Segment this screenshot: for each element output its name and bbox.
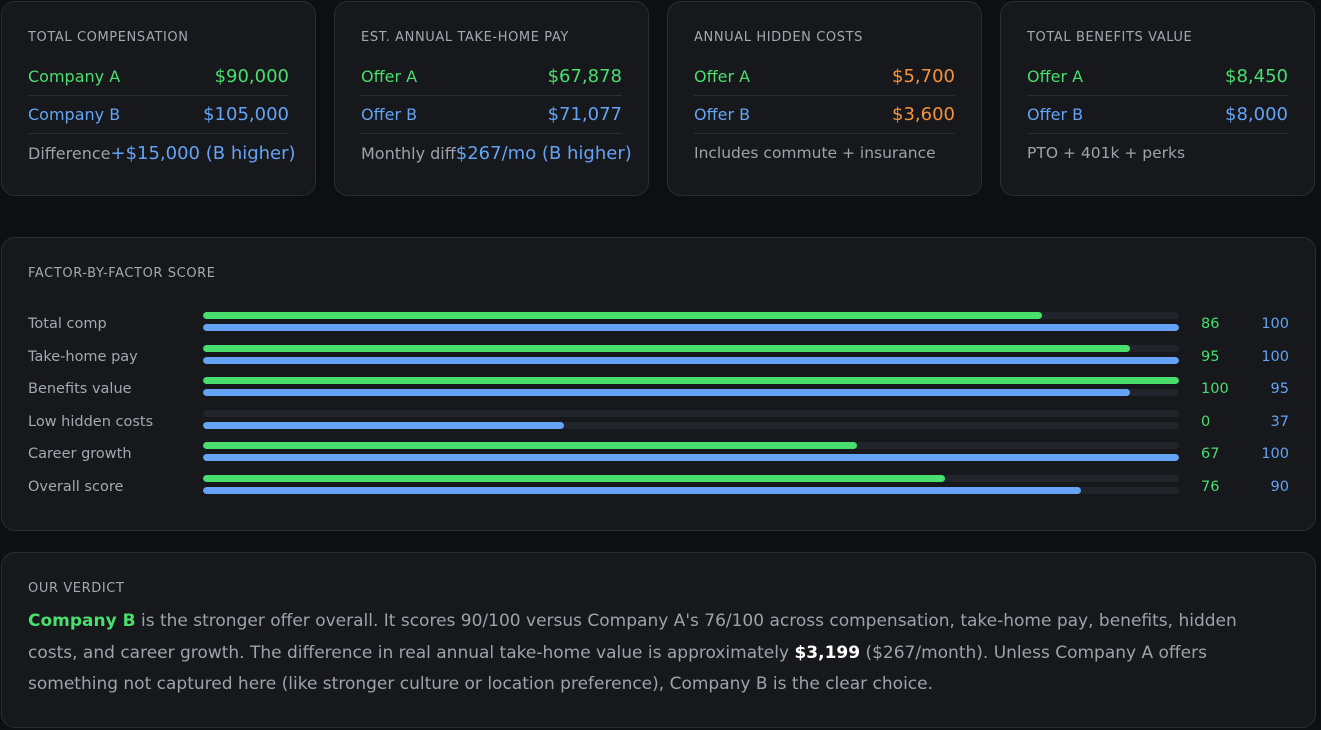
factor-row: Low hidden costs 0 37 [28, 409, 1289, 443]
hidden-costs-card: ANNUAL HIDDEN COSTS Offer A $5,700 Offer… [667, 1, 982, 196]
offer-a-bar-track [203, 474, 1179, 482]
take-home-pay-card: EST. ANNUAL TAKE-HOME PAY Offer A $67,87… [334, 1, 649, 196]
company-b-value: $105,000 [203, 104, 289, 125]
offer-b-row: Offer B $8,000 [1027, 96, 1288, 134]
verdict-amount: $3,199 [794, 642, 861, 663]
hidden-costs-note: Includes commute + insurance [694, 144, 936, 162]
offer-a-bar-track [203, 442, 1179, 449]
total-compensation-card: TOTAL COMPENSATION Company A $90,000 Com… [1, 1, 316, 196]
offer-b-label: Offer B [361, 105, 418, 124]
offer-b-bar-track [203, 421, 1179, 429]
offer-a-row: Offer A $5,700 [694, 58, 955, 96]
offer-a-row: Offer A $8,450 [1027, 58, 1288, 96]
offer-a-value: $5,700 [892, 66, 955, 87]
offer-a-label: Offer A [361, 67, 418, 86]
offer-a-score: 86 [1201, 316, 1220, 332]
offer-a-bar-track [203, 344, 1179, 352]
offer-b-bar [203, 389, 1131, 396]
monthly-diff-label: Monthly diff [361, 143, 456, 163]
offer-b-value: $3,600 [892, 104, 955, 125]
offer-a-bar-track [203, 377, 1179, 384]
benefits-note: PTO + 401k + perks [1027, 144, 1186, 162]
offer-b-bar [203, 454, 1179, 461]
factor-row: Overall score 76 90 [28, 474, 1289, 508]
factor-row: Take-home pay 95 100 [28, 344, 1289, 378]
difference-value: +$15,000 (B higher) [110, 142, 296, 164]
offer-b-score: 100 [1261, 446, 1289, 462]
offer-b-score: 100 [1261, 316, 1289, 332]
offer-a-row: Offer A $67,878 [361, 58, 622, 96]
verdict-card: OUR VERDICT Company B is the stronger of… [1, 552, 1316, 728]
card-title: OUR VERDICT [28, 581, 125, 596]
offer-a-value: $8,450 [1225, 66, 1288, 87]
factor-label: Benefits value [28, 381, 132, 397]
offer-b-bar [203, 421, 565, 429]
offer-b-value: $8,000 [1225, 104, 1288, 125]
offer-b-bar-track [203, 454, 1179, 461]
card-title: TOTAL BENEFITS VALUE [1027, 30, 1193, 45]
monthly-diff-row: Monthly diff $267/mo (B higher) [361, 134, 632, 172]
offer-b-label: Offer B [1027, 105, 1084, 124]
card-title: EST. ANNUAL TAKE-HOME PAY [361, 30, 569, 45]
factor-label: Take-home pay [28, 348, 138, 365]
offer-a-score: 67 [1201, 446, 1220, 462]
factor-rows: Total comp 86 100 Take-home pay 95 100 Benefit… [28, 312, 1289, 507]
offer-b-bar-track [203, 324, 1179, 331]
card-title: ANNUAL HIDDEN COSTS [694, 30, 863, 45]
offer-b-row: Offer B $3,600 [694, 96, 955, 134]
verdict-text: Company B is the stronger offer overall.… [28, 606, 1289, 701]
offer-a-bar-track [203, 409, 1179, 417]
company-a-value: $90,000 [214, 66, 289, 87]
card-title: FACTOR-BY-FACTOR SCORE [28, 266, 216, 281]
factor-label: Career growth [28, 446, 132, 462]
offer-a-score: 76 [1201, 478, 1220, 495]
card-title: TOTAL COMPENSATION [28, 30, 189, 45]
company-a-row: Company A $90,000 [28, 58, 289, 96]
offer-b-score: 100 [1261, 348, 1289, 365]
offer-b-row: Offer B $71,077 [361, 96, 622, 134]
factor-row: Total comp 86 100 [28, 312, 1289, 345]
offer-b-bar [203, 324, 1179, 331]
offer-a-bar [203, 474, 945, 482]
company-b-label: Company B [28, 105, 121, 124]
offer-b-score: 90 [1270, 478, 1289, 495]
offer-b-bar [203, 356, 1179, 364]
factor-label: Total comp [28, 316, 107, 332]
offer-a-value: $67,878 [547, 66, 622, 87]
offer-b-score: 95 [1270, 381, 1289, 397]
offer-a-bar-track [203, 312, 1179, 319]
company-a-label: Company A [28, 67, 121, 86]
factor-label: Overall score [28, 478, 124, 495]
offer-a-bar [203, 377, 1179, 384]
offer-a-bar [203, 312, 1043, 319]
factor-score-card: FACTOR-BY-FACTOR SCORE Total comp 86 100 Ta… [1, 237, 1316, 531]
offer-a-label: Offer A [694, 67, 751, 86]
monthly-diff-value: $267/mo (B higher) [455, 142, 632, 164]
offer-b-bar [203, 486, 1082, 494]
factor-label: Low hidden costs [28, 413, 154, 430]
offer-b-label: Offer B [694, 105, 751, 124]
difference-label: Difference [28, 143, 111, 163]
difference-row: Difference +$15,000 (B higher) [28, 134, 296, 172]
offer-b-value: $71,077 [547, 104, 622, 125]
benefits-value-card: TOTAL BENEFITS VALUE Offer A $8,450 Offe… [1000, 1, 1315, 196]
factor-row: Career growth 67 100 [28, 442, 1289, 475]
verdict-winner: Company B [28, 611, 136, 631]
offer-a-label: Offer A [1027, 67, 1084, 86]
offer-b-bar-track [203, 356, 1179, 364]
offer-a-score: 100 [1201, 381, 1229, 397]
company-b-row: Company B $105,000 [28, 96, 289, 134]
offer-b-bar-track [203, 389, 1179, 396]
offer-a-bar [203, 344, 1131, 352]
factor-row: Benefits value 100 95 [28, 377, 1289, 410]
offer-a-score: 0 [1201, 413, 1211, 430]
offer-b-score: 37 [1270, 413, 1289, 430]
offer-a-bar [203, 442, 857, 449]
offer-b-bar-track [203, 486, 1179, 494]
offer-a-score: 95 [1201, 348, 1220, 365]
